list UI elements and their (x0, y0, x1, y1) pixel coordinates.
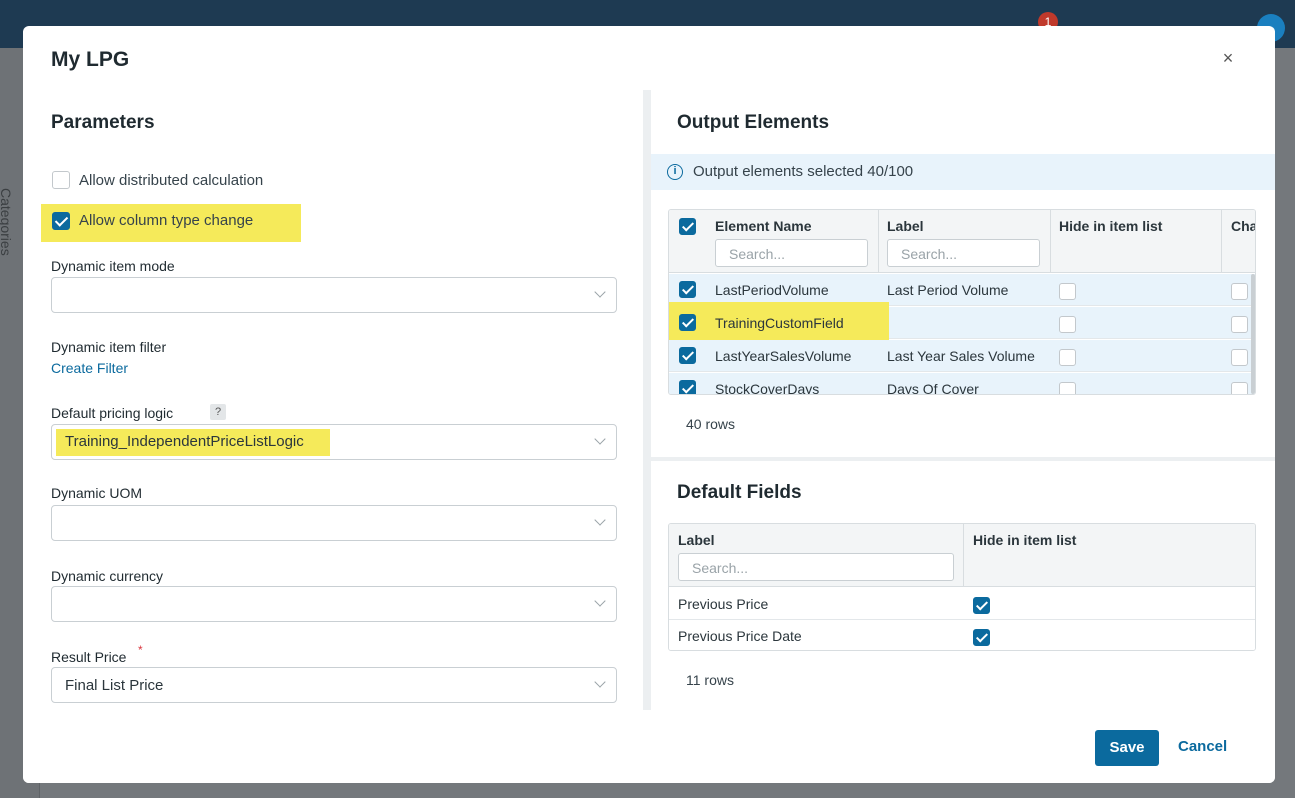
label-search-input[interactable]: Search... (887, 239, 1040, 267)
chevron-down-icon (594, 676, 606, 688)
grid-header: Label Search... Hide in item list (669, 524, 1255, 587)
allow-distributed-label: Allow distributed calculation (79, 172, 264, 189)
dynamic-uom-label: Dynamic UOM (51, 485, 143, 501)
grid-scrollbar[interactable] (1251, 274, 1255, 394)
table-row[interactable]: TrainingCustomField (669, 302, 1255, 340)
output-row-count: 40 rows (686, 416, 736, 432)
hide-checkbox[interactable] (1059, 316, 1076, 333)
chevron-down-icon (594, 286, 606, 298)
default-fields-title: Default Fields (677, 482, 802, 503)
hide-checkbox[interactable] (1059, 349, 1076, 366)
cancel-button[interactable]: Cancel (1178, 738, 1227, 755)
row-checkbox[interactable] (679, 380, 696, 394)
hide-checkbox[interactable] (1059, 283, 1076, 300)
select-all-checkbox[interactable] (679, 218, 696, 235)
create-filter-link[interactable]: Create Filter (51, 360, 128, 376)
chevron-down-icon (594, 433, 606, 445)
table-row[interactable]: Previous Price Date (669, 620, 1255, 650)
dynamic-item-filter-label: Dynamic item filter (51, 339, 167, 355)
dialog-footer: Save Cancel (23, 710, 1275, 783)
chevron-down-icon (594, 514, 606, 526)
info-text: Output elements selected 40/100 (693, 163, 914, 180)
info-bar: i Output elements selected 40/100 (651, 154, 1275, 190)
output-elements-title: Output Elements (677, 112, 830, 133)
result-price-label: Result Price (51, 649, 127, 665)
dialog-title: My LPG (51, 48, 130, 71)
column-hide-in-item-list[interactable]: Hide in item list (1059, 218, 1162, 234)
parameters-panel: Parameters Allow distributed calculation… (41, 90, 617, 710)
table-row[interactable]: Previous Price (669, 588, 1255, 620)
hide-checkbox[interactable] (973, 597, 990, 614)
row-checkbox[interactable] (679, 347, 696, 364)
row-checkbox[interactable] (679, 314, 696, 331)
table-row[interactable]: StockCoverDays Days Of Cover (669, 373, 1255, 394)
default-fields-search-input[interactable]: Search... (678, 553, 954, 581)
cha-checkbox[interactable] (1231, 382, 1248, 394)
column-label[interactable]: Label (887, 218, 924, 234)
table-row[interactable]: LastYearSalesVolume Last Year Sales Volu… (669, 340, 1255, 372)
chevron-down-icon (594, 595, 606, 607)
required-marker: * (138, 643, 143, 657)
result-price-select[interactable]: Final List Price (51, 667, 617, 703)
column-hide-in-item-list[interactable]: Hide in item list (973, 532, 1076, 548)
section-divider (651, 457, 1275, 461)
output-elements-grid: Element Name Search... Label Search... H… (668, 209, 1256, 395)
info-icon: i (667, 164, 683, 180)
default-row-count: 11 rows (686, 672, 734, 688)
hide-checkbox[interactable] (1059, 382, 1076, 394)
dynamic-uom-select[interactable] (51, 505, 617, 541)
column-cha[interactable]: Cha (1231, 218, 1255, 234)
dynamic-item-mode-select[interactable] (51, 277, 617, 313)
cha-checkbox[interactable] (1231, 283, 1248, 300)
hide-checkbox[interactable] (973, 629, 990, 646)
allow-distributed-checkbox[interactable] (52, 171, 70, 189)
column-element-name[interactable]: Element Name (715, 218, 811, 234)
dynamic-currency-label: Dynamic currency (51, 568, 164, 584)
element-name-search-input[interactable]: Search... (715, 239, 868, 267)
column-label[interactable]: Label (678, 532, 715, 548)
grid-header: Element Name Search... Label Search... H… (669, 210, 1255, 273)
categories-label: Categories (0, 188, 14, 256)
default-pricing-logic-select[interactable]: Training_IndependentPriceListLogic (51, 424, 617, 460)
parameters-title: Parameters (51, 112, 155, 133)
row-checkbox[interactable] (679, 281, 696, 298)
dynamic-item-mode-label: Dynamic item mode (51, 258, 175, 274)
default-fields-grid: Label Search... Hide in item list Previo… (668, 523, 1256, 651)
save-button[interactable]: Save (1095, 730, 1159, 766)
dynamic-currency-select[interactable] (51, 586, 617, 622)
allow-column-type-checkbox[interactable] (52, 212, 70, 230)
my-lpg-dialog: My LPG × Parameters Allow distributed ca… (23, 26, 1275, 783)
panel-divider (643, 90, 651, 710)
cha-checkbox[interactable] (1231, 316, 1248, 333)
close-icon[interactable]: × (1218, 48, 1238, 68)
allow-column-type-label: Allow column type change (79, 212, 254, 229)
default-pricing-logic-label: Default pricing logic (51, 405, 174, 421)
cha-checkbox[interactable] (1231, 349, 1248, 366)
help-icon[interactable]: ? (210, 404, 226, 420)
